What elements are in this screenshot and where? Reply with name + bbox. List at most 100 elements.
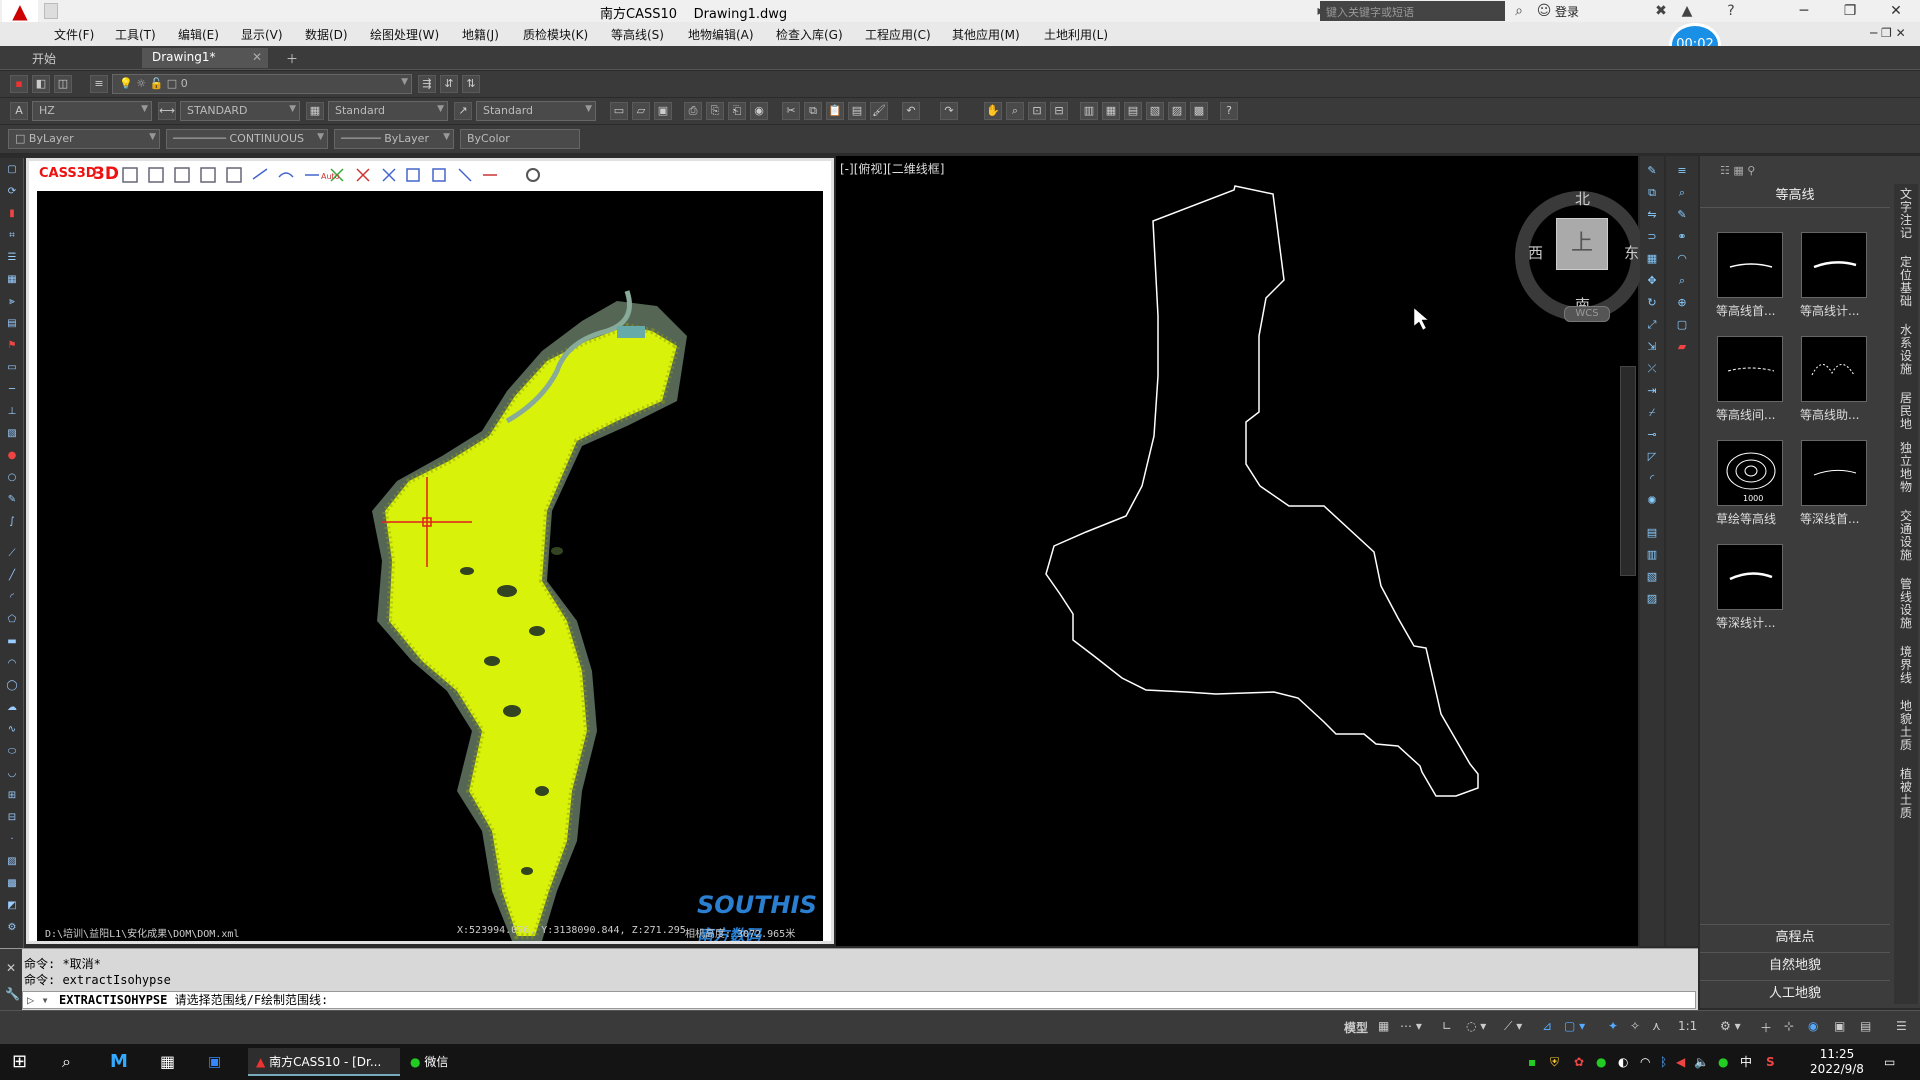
tray-volume-icon[interactable]: 🔈 <box>1694 1048 1709 1076</box>
mirror-icon[interactable]: ⇋ <box>1644 208 1660 224</box>
app-lv-icon[interactable]: ▣ <box>208 1048 232 1076</box>
tab-close-icon[interactable]: ✕ <box>252 50 262 64</box>
settings-icon[interactable]: ⚙ <box>3 922 21 938</box>
move-icon[interactable]: ✥ <box>1644 274 1660 290</box>
save-icon[interactable]: ▣ <box>654 102 672 120</box>
menu-drawing[interactable]: 绘图处理(W) <box>370 26 439 43</box>
wrench-icon[interactable]: 🔧 <box>5 987 20 1001</box>
hatch-icon[interactable]: ▧ <box>3 428 21 444</box>
revcloud-icon[interactable]: ☁ <box>3 702 21 718</box>
left-viewport[interactable]: CASS3D 3D Auto SOUTHIS南方数码 D:\培训\益阳L1\安化… <box>26 158 834 944</box>
properties-tool-icon[interactable]: ≡ <box>1674 164 1690 180</box>
bring-front-icon[interactable]: ▥ <box>1644 548 1660 564</box>
linetype-combo[interactable]: ──────── CONTINUOUS ▼ <box>166 129 328 149</box>
tab-start[interactable]: 开始 <box>22 48 142 68</box>
link-tool-icon[interactable]: ⚭ <box>1674 230 1690 246</box>
palette-item-isobath-count[interactable]: 等深线计... <box>1710 544 1790 631</box>
new-tab-button[interactable]: ＋ <box>276 48 308 68</box>
tool-palettes-icon[interactable]: ▤ <box>1124 102 1142 120</box>
make-current-icon[interactable]: ⇶ <box>418 75 436 93</box>
clean-screen-icon[interactable]: ▣ <box>1834 1019 1845 1033</box>
text-style-combo[interactable]: HZ ▼ <box>32 101 152 121</box>
polyline-icon[interactable]: ⟋ <box>3 548 21 564</box>
a360-icon[interactable]: ▲ <box>1678 2 1696 20</box>
menu-view[interactable]: 显示(V) <box>241 26 283 43</box>
edit-tool-icon[interactable]: ✎ <box>1674 208 1690 224</box>
cass3d-tool-icons[interactable]: Auto <box>121 165 581 185</box>
publish-icon[interactable]: ⎗ <box>728 102 746 120</box>
eraser-tool-icon[interactable]: ▰ <box>1674 340 1690 356</box>
grid-icon[interactable]: ▦ <box>1378 1019 1389 1033</box>
vtab-vegetation-soil[interactable]: 植被土质 <box>1897 768 1915 820</box>
dim-style-combo[interactable]: STANDARD ▼ <box>180 101 300 121</box>
select-icon[interactable]: ▢ <box>3 164 21 180</box>
crop-icon[interactable]: ⌗ <box>3 230 21 246</box>
autoscale-icon[interactable]: ✧ <box>1630 1019 1640 1033</box>
customize-icon[interactable]: ▤ <box>1860 1019 1871 1033</box>
cass3d-label[interactable]: CASS3D <box>39 166 97 181</box>
rotate-obj-icon[interactable]: ↻ <box>1644 296 1660 312</box>
palette-item-contour-interval[interactable]: 等高线间... <box>1710 336 1790 423</box>
point-icon[interactable]: ● <box>3 450 21 466</box>
close-button[interactable]: ✕ <box>1876 0 1916 22</box>
vtab-standalone-feature[interactable]: 独立地物 <box>1897 442 1915 494</box>
right-viewport[interactable]: [-][俯视][二维线框] 北 南 西 东 上 WCS <box>836 156 1645 946</box>
layer-match-icon[interactable]: ⇅ <box>462 75 480 93</box>
menu-icon[interactable]: ☰ <box>1896 1019 1907 1033</box>
arc2-icon[interactable]: ◠ <box>3 658 21 674</box>
menu-edit[interactable]: 编辑(E) <box>178 26 219 43</box>
copy-obj-icon[interactable]: ⧉ <box>1644 186 1660 202</box>
table-style-combo[interactable]: Standard ▼ <box>328 101 448 121</box>
tray-wifi-icon[interactable]: ◠ <box>1640 1048 1650 1076</box>
palette-section-spot-height[interactable]: 高程点 <box>1700 924 1890 950</box>
cass-icon[interactable]: ▪ <box>10 75 28 93</box>
user-icon[interactable]: ☺ <box>1535 2 1553 20</box>
menu-contour[interactable]: 等高线(S) <box>611 26 664 43</box>
snap-icon[interactable]: ⋯ ▾ <box>1400 1019 1422 1033</box>
annotation-scale-value[interactable]: 1:1 <box>1678 1019 1697 1033</box>
chamfer-icon[interactable]: ◸ <box>1644 450 1660 466</box>
draw-order-icon[interactable]: ▤ <box>1644 526 1660 542</box>
fillet-icon[interactable]: ◜ <box>1644 472 1660 488</box>
hatch2-icon[interactable]: ▨ <box>3 856 21 872</box>
break-icon[interactable]: ⌿ <box>1644 406 1660 422</box>
help-icon[interactable]: ? <box>1722 2 1740 20</box>
isolate-icon[interactable]: ⊹ <box>1784 1019 1794 1033</box>
layer-combo[interactable]: 💡 ☼ 🔓 □ 0 ▼ <box>112 74 412 94</box>
isodraft-icon[interactable]: ⟋ ▾ <box>1504 1019 1522 1034</box>
menu-cadastre[interactable]: 地籍(J) <box>462 26 499 43</box>
extend-icon[interactable]: ⇥ <box>1644 384 1660 400</box>
annotation-visibility-icon[interactable]: ✦ <box>1608 1019 1618 1033</box>
tab-drawing1[interactable]: Drawing1* ✕ <box>142 48 268 68</box>
layer-manager-icon[interactable]: ◫ <box>54 75 72 93</box>
layer-state-icon[interactable]: ◧ <box>32 75 50 93</box>
palette-section-artificial-landform[interactable]: 人工地貌 <box>1700 980 1890 1006</box>
palette-view-icons[interactable]: ☷ ▦ ⚲ <box>1720 164 1755 177</box>
zoom-tool-icon[interactable]: ⊕ <box>1674 296 1690 312</box>
palette-item-contour-count[interactable]: 等高线计... <box>1794 232 1874 319</box>
sheet-set-icon[interactable]: ▧ <box>1146 102 1164 120</box>
line-icon[interactable]: ─ <box>3 384 21 400</box>
3d-dwf-icon[interactable]: ◉ <box>750 102 768 120</box>
select-tool-icon[interactable]: ▢ <box>1674 318 1690 334</box>
navigation-bar[interactable] <box>1620 366 1636 576</box>
vtab-pipelines[interactable]: 管线设施 <box>1897 578 1915 630</box>
taskbar-cass-window[interactable]: ▲ 南方CASS10 - [Dr... <box>248 1048 400 1076</box>
lineweight-combo[interactable]: ────── ByLayer ▼ <box>334 129 454 149</box>
tray-icon-5[interactable]: ◐ <box>1618 1048 1628 1076</box>
region-icon[interactable]: ◩ <box>3 900 21 916</box>
spline2-icon[interactable]: ∿ <box>3 724 21 740</box>
compass-west[interactable]: 西 <box>1528 242 1543 263</box>
menu-feature-edit[interactable]: 地物编辑(A) <box>688 26 754 43</box>
compass-north[interactable]: 北 <box>1575 188 1590 209</box>
rect-tool-icon[interactable]: ▬ <box>3 636 21 652</box>
dim-style-icon[interactable]: ⟷ <box>158 102 176 120</box>
table-icon[interactable]: ▤ <box>3 318 21 334</box>
undo-icon[interactable]: ↶ <box>902 102 920 120</box>
viewcube-top-face[interactable]: 上 <box>1556 218 1608 270</box>
vtab-traffic[interactable]: 交通设施 <box>1897 510 1915 562</box>
dims-icon[interactable]: ⊥ <box>3 406 21 422</box>
ortho-image-canvas[interactable]: SOUTHIS南方数码 D:\培训\益阳L1\安化成果\DOM\DOM.xml … <box>37 191 823 941</box>
arc-tool-icon[interactable]: ◠ <box>1674 252 1690 268</box>
menu-quality[interactable]: 质检模块(K) <box>523 26 588 43</box>
